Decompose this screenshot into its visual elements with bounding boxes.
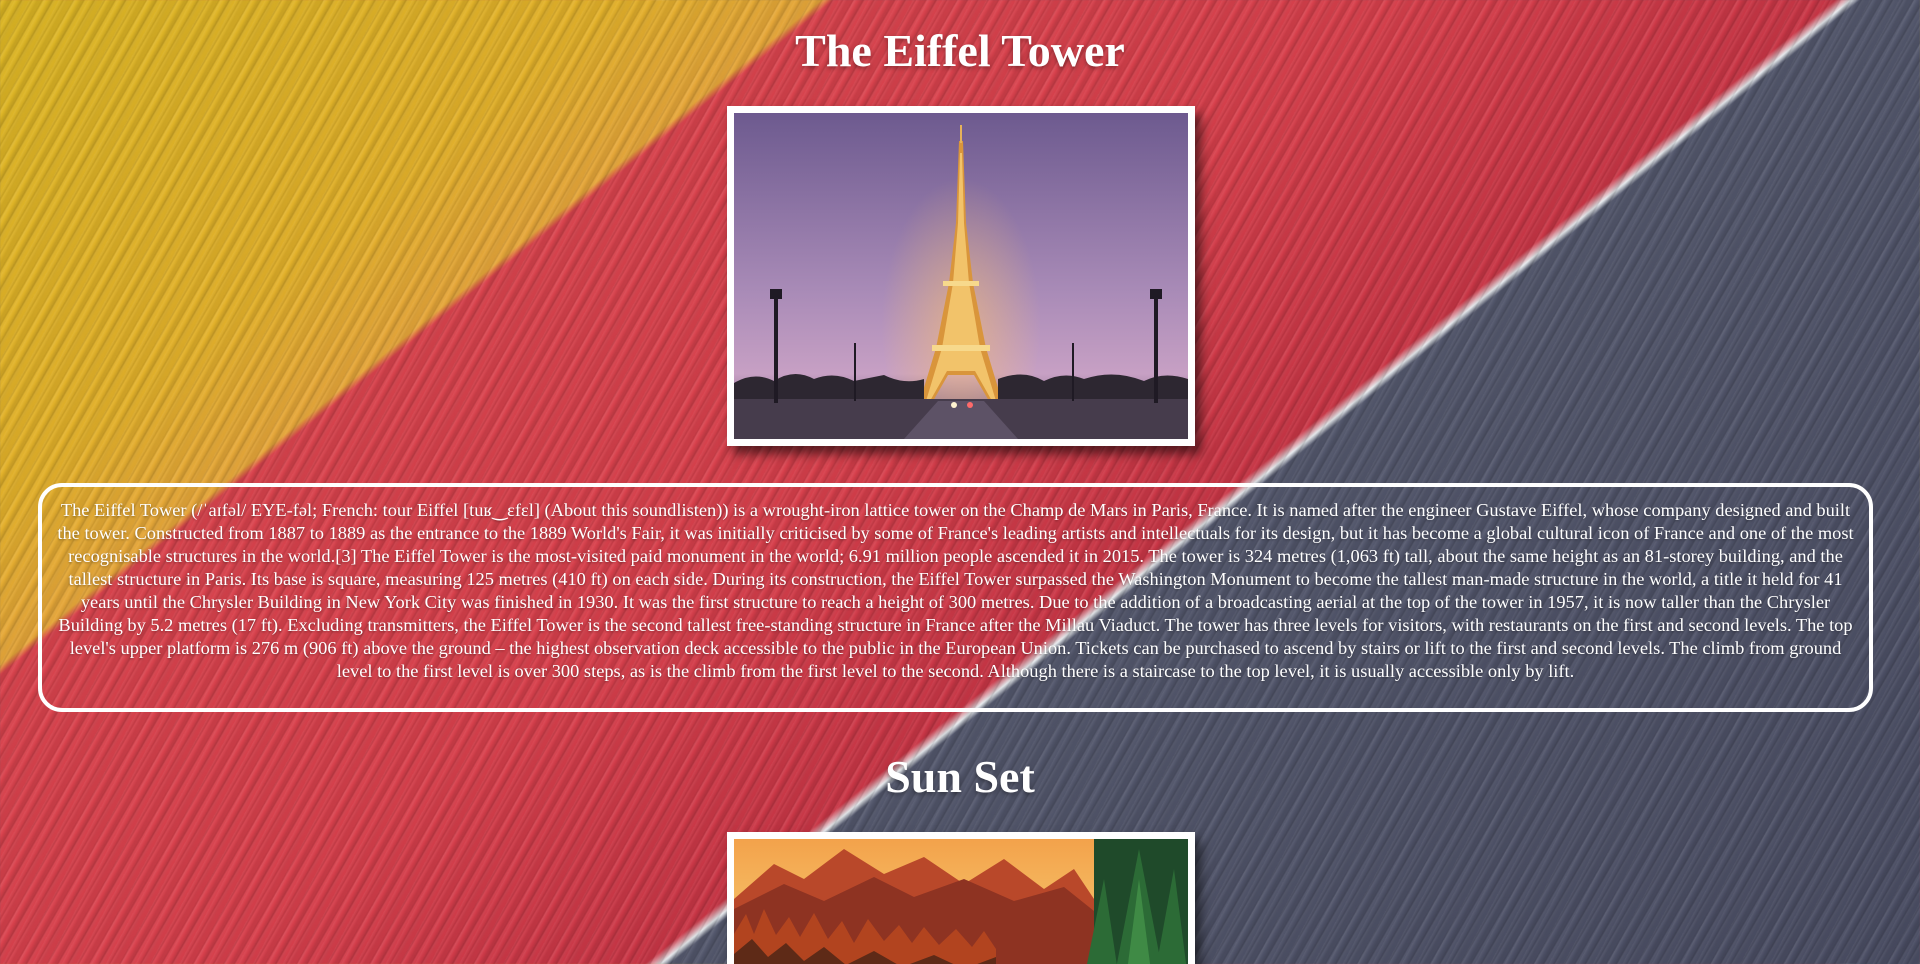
eiffel-tower-description-text: The Eiffel Tower (/ˈaɪfəl/ EYE-fəl; Fren…: [57, 500, 1854, 681]
page: The Eiffel Tower The Eiffel Tower (/ˈaɪf…: [0, 0, 1920, 964]
sun-set-photo: [734, 839, 1188, 964]
section-title-eiffel-tower: The Eiffel Tower: [795, 25, 1125, 76]
eiffel-tower-description: The Eiffel Tower (/ˈaɪfəl/ EYE-fəl; Fren…: [38, 483, 1873, 712]
section-title-sun-set: Sun Set: [885, 751, 1035, 802]
eiffel-tower-photo-frame: [727, 106, 1195, 446]
sun-set-photo-frame: [727, 832, 1195, 964]
eiffel-tower-photo: [734, 113, 1188, 439]
